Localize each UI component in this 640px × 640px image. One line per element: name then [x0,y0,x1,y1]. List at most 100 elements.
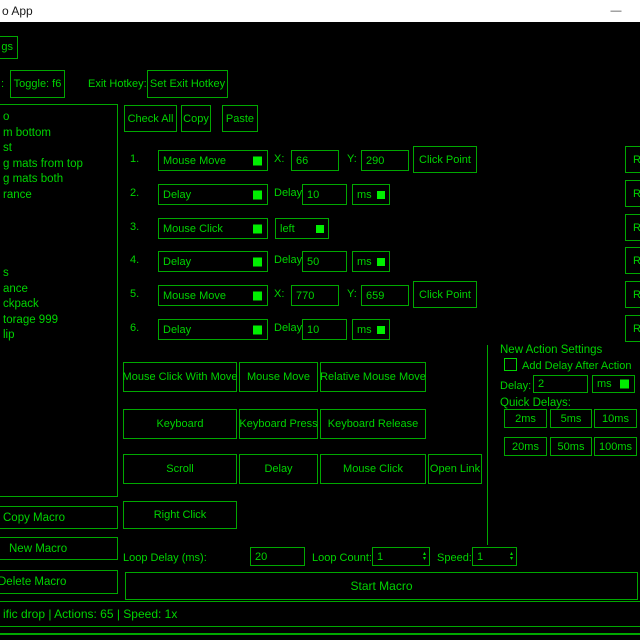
add-delay-after-action-label: Add Delay After Action [522,360,631,372]
stepper-arrows[interactable]: ▴ ▾ [423,552,426,562]
click-point-button[interactable]: Click Point [413,281,477,308]
y-input[interactable]: 659 [361,285,409,306]
add-keyboard-press-button[interactable]: Keyboard Press [239,409,318,439]
y-input[interactable]: 290 [361,150,409,171]
start-macro-button[interactable]: Start Macro [125,572,638,600]
list-item[interactable]: st [0,141,117,157]
delay-unit-value: ms [357,189,372,201]
quick-delay-20ms-button[interactable]: 20ms [504,437,547,456]
list-item[interactable]: rance [0,188,117,204]
delay-unit-dropdown[interactable]: ms [352,251,390,272]
toggle-hotkey-label: : [1,78,4,90]
macro-list[interactable]: o m bottom st g mats from top g mats bot… [0,104,118,497]
add-mouse-move-button[interactable]: Mouse Move [239,362,318,392]
click-point-button[interactable]: Click Point [413,146,477,173]
list-item[interactable]: lip [0,328,117,344]
list-item[interactable] [0,250,117,266]
add-keyboard-release-button[interactable]: Keyboard Release [320,409,426,439]
delay-input[interactable]: 50 [302,251,347,272]
list-item[interactable]: g mats both [0,172,117,188]
new-action-delay-label: Delay: [500,380,531,392]
exit-hotkey-label: Exit Hotkey: [88,78,147,90]
remove-action-button[interactable]: R [625,146,640,173]
macro-app-window: o App — gs : Toggle: f6 Exit Hotkey: Set… [0,0,640,640]
quick-delay-5ms-button[interactable]: 5ms [550,409,592,428]
remove-action-button[interactable]: R [625,180,640,207]
quick-delay-10ms-button[interactable]: 10ms [594,409,637,428]
add-scroll-button[interactable]: Scroll [123,454,237,484]
mouse-button-dropdown[interactable]: left [275,218,329,239]
spinner-down-icon[interactable]: ▾ [423,557,426,562]
list-item[interactable]: s [0,266,117,282]
add-mouse-click-with-move-button[interactable]: Mouse Click With Move [123,362,237,392]
new-macro-button[interactable]: New Macro [0,537,118,560]
list-item[interactable] [0,235,117,251]
copy-macro-label: Copy Macro [3,507,65,528]
action-row-number: 3. [130,221,139,233]
add-relative-mouse-move-button[interactable]: Relative Mouse Move [320,362,426,392]
check-all-button[interactable]: Check All [124,105,177,132]
list-item[interactable]: torage 999 [0,313,117,329]
delay-unit-value: ms [357,324,372,336]
action-type-dropdown[interactable]: Delay [158,319,268,340]
x-input[interactable]: 770 [291,285,339,306]
tab-settings[interactable]: gs [0,36,18,59]
quick-delay-50ms-button[interactable]: 50ms [550,437,592,456]
stepper-arrows[interactable]: ▴ ▾ [510,552,513,562]
list-item[interactable]: m bottom [0,126,117,142]
add-open-link-button[interactable]: Open Link [428,454,482,484]
action-row-number: 4. [130,254,139,266]
list-item[interactable]: ance [0,282,117,298]
toggle-hotkey-button[interactable]: Toggle: f6 [10,70,65,98]
dropdown-indicator-icon [253,156,262,165]
new-action-delay-unit-dropdown[interactable]: ms [592,375,635,393]
list-item[interactable]: o [0,110,117,126]
loop-delay-input[interactable]: 20 [250,547,305,566]
remove-action-button[interactable]: R [625,315,640,342]
action-type-dropdown[interactable]: Mouse Click [158,218,268,239]
action-type-dropdown[interactable]: Delay [158,251,268,272]
y-label: Y: [347,288,357,300]
quick-delay-100ms-button[interactable]: 100ms [594,437,637,456]
action-type-dropdown[interactable]: Mouse Move [158,150,268,171]
add-keyboard-button[interactable]: Keyboard [123,409,237,439]
list-item[interactable] [0,204,117,220]
minimize-icon[interactable]: — [603,0,629,22]
delay-label: Delay [274,187,302,199]
add-right-click-button[interactable]: Right Click [123,501,237,529]
new-action-delay-input[interactable]: 2 [533,375,588,393]
action-type-value: Delay [163,324,191,336]
x-input[interactable]: 66 [291,150,339,171]
remove-action-button[interactable]: R [625,281,640,308]
title-bar: o App — [0,0,640,22]
loop-count-stepper[interactable]: 1 ▴ ▾ [372,547,430,566]
delete-macro-button[interactable]: Delete Macro [0,570,118,594]
new-action-settings-title: New Action Settings [500,344,602,356]
delay-input[interactable]: 10 [302,184,347,205]
spinner-down-icon[interactable]: ▾ [510,557,513,562]
action-type-dropdown[interactable]: Mouse Move [158,285,268,306]
speed-stepper[interactable]: 1 ▴ ▾ [472,547,517,566]
copy-macro-button[interactable]: Copy Macro [0,506,118,529]
list-item[interactable]: g mats from top [0,157,117,173]
delay-unit-dropdown[interactable]: ms [352,319,390,340]
set-exit-hotkey-button[interactable]: Set Exit Hotkey [147,70,228,98]
list-item[interactable]: ckpack [0,297,117,313]
action-type-dropdown[interactable]: Delay [158,184,268,205]
delay-unit-dropdown[interactable]: ms [352,184,390,205]
list-item[interactable] [0,219,117,235]
copy-button[interactable]: Copy [181,105,211,132]
quick-delay-2ms-button[interactable]: 2ms [504,409,547,428]
add-delay-button[interactable]: Delay [239,454,318,484]
action-row-number: 6. [130,322,139,334]
dropdown-indicator-icon [377,191,385,199]
remove-action-button[interactable]: R [625,214,640,241]
delay-input[interactable]: 10 [302,319,347,340]
remove-action-button[interactable]: R [625,247,640,274]
add-mouse-click-button[interactable]: Mouse Click [320,454,426,484]
add-delay-after-action-checkbox[interactable] [504,358,517,371]
paste-button[interactable]: Paste [222,105,258,132]
action-type-value: Mouse Move [163,155,226,167]
dropdown-indicator-icon [253,291,262,300]
delete-macro-label: Delete Macro [0,571,66,593]
